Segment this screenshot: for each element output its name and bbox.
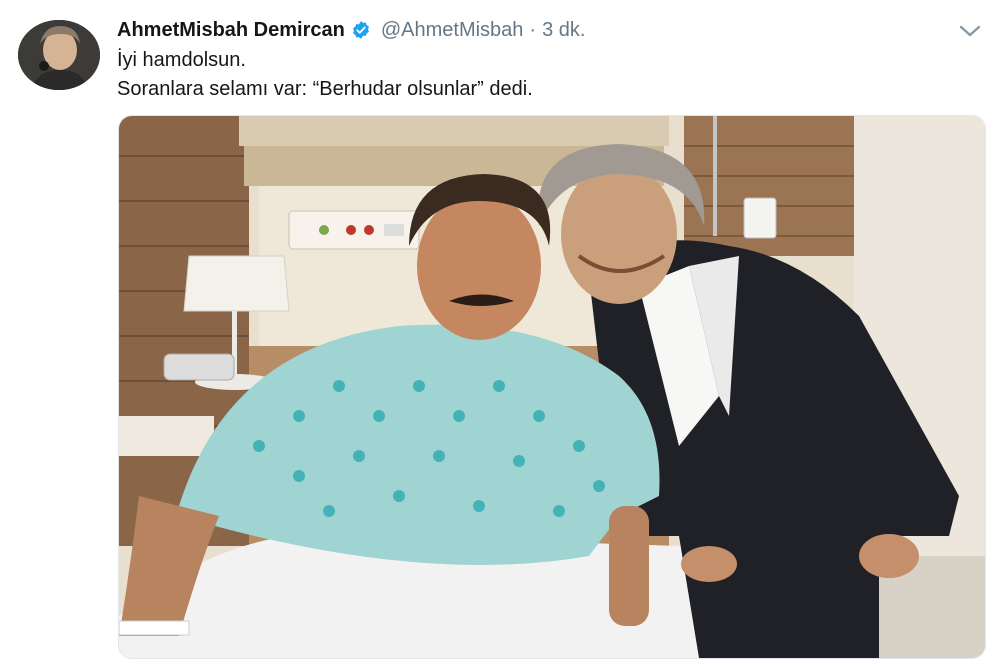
tweet-photo[interactable] bbox=[118, 115, 986, 659]
tweet-text-line-2: Soranlara selamı var: “Berhudar olsunlar… bbox=[117, 78, 533, 100]
author-handle[interactable]: @AhmetMisbah bbox=[381, 19, 524, 42]
tweet-header: AhmetMisbah Demircan @AhmetMisbah · 3 dk… bbox=[117, 16, 585, 44]
tweet: AhmetMisbah Demircan @AhmetMisbah · 3 dk… bbox=[0, 0, 1000, 666]
separator-dot: · bbox=[529, 18, 537, 41]
verified-badge-icon bbox=[352, 21, 369, 39]
chevron-down-icon[interactable] bbox=[958, 22, 982, 40]
avatar[interactable] bbox=[18, 20, 100, 90]
tweet-text: İyi hamdolsun. Soranlara selamı var: “Be… bbox=[117, 46, 533, 104]
timestamp[interactable]: 3 dk. bbox=[542, 19, 585, 42]
tweet-text-line-1: İyi hamdolsun. bbox=[117, 49, 246, 71]
author-name[interactable]: AhmetMisbah Demircan bbox=[117, 19, 345, 42]
